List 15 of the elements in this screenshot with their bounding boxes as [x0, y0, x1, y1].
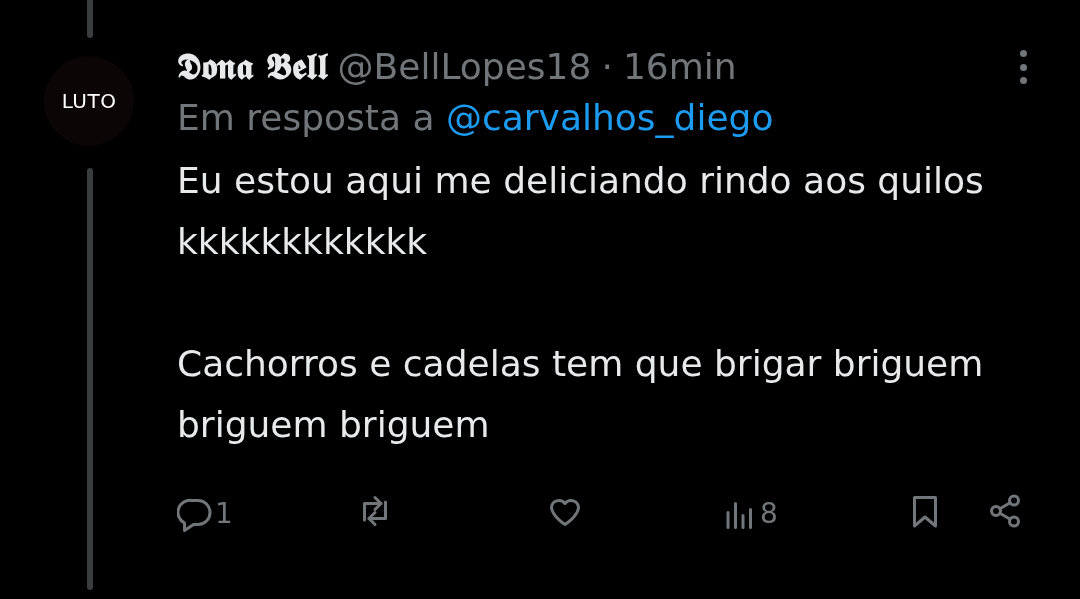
separator: · — [601, 45, 613, 89]
reply-button[interactable]: 1 — [177, 493, 233, 535]
share-button[interactable] — [987, 493, 1023, 529]
display-name[interactable]: 𝕯𝖔𝖓𝖆 𝕭𝖊𝖑𝖑 — [177, 40, 328, 92]
tweet-text: Eu estou aqui me deliciando rindo aos quilos kkkkkkkkkkkk — [177, 159, 985, 264]
share-icon — [987, 493, 1023, 529]
tweet-text: Cachorros e cadelas tem que brigar briguem briguem briguem — [177, 342, 985, 447]
reply-label: Em resposta a — [177, 97, 436, 138]
avatar[interactable]: LUTO — [44, 56, 134, 146]
bar-chart-button[interactable]: 8 — [722, 493, 778, 535]
user-handle[interactable]: @BellLopes18 — [337, 41, 592, 93]
mention-link[interactable]: @carvalhos_diego — [445, 97, 774, 138]
reply-icon — [177, 496, 213, 532]
avatar-text: LUTO — [61, 88, 117, 115]
post-time[interactable]: 16min — [622, 41, 737, 93]
